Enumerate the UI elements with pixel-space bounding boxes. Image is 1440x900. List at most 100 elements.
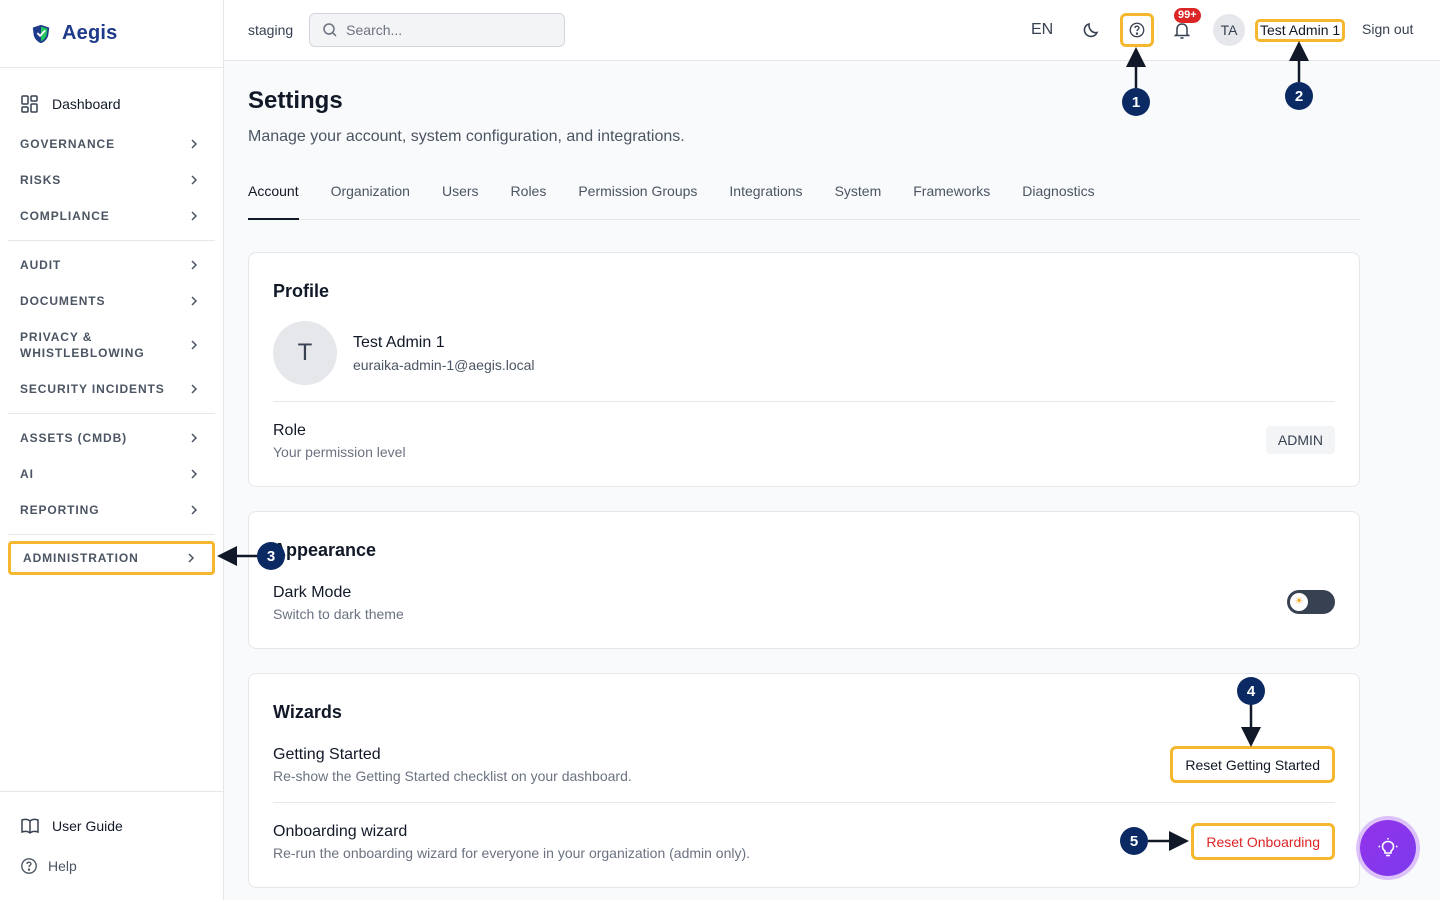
chevron-right-icon [191,433,198,443]
reset-getting-started-button[interactable]: Reset Getting Started [1170,746,1335,783]
sidebar-divider [8,240,215,241]
page-subtitle: Manage your account, system configuratio… [248,128,685,145]
sidebar-item-audit[interactable]: AUDIT [8,247,215,283]
profile-email: euraika-admin-1@aegis.local [353,357,535,373]
sidebar-item-assets-cmdb[interactable]: ASSETS (CMDB) [8,420,215,456]
sidebar-divider [8,534,215,535]
sidebar-item-label: GOVERNANCE [20,137,116,151]
tab-frameworks[interactable]: Frameworks [913,173,990,220]
sidebar-item-compliance[interactable]: COMPLIANCE [8,198,215,234]
book-open-icon [21,818,39,835]
sidebar-item-label: AI [20,467,34,481]
sidebar-item-label: ADMINISTRATION [23,551,139,565]
callout-marker-3: 3 [257,542,285,570]
settings-tabs: Account Organization Users Roles Permiss… [248,173,1360,220]
sidebar-item-label: PRIVACY & WHISTLEBLOWING [20,330,145,360]
wizards-card: Wizards Getting Started Re-show the Gett… [248,673,1360,888]
tab-users[interactable]: Users [442,173,479,220]
wizards-divider [273,802,1335,803]
tab-account[interactable]: Account [248,173,299,220]
sidebar-item-governance[interactable]: GOVERNANCE [8,126,215,162]
tab-roles[interactable]: Roles [511,173,547,220]
dark-mode-label: Dark Mode [273,584,352,601]
sign-out-link[interactable]: Sign out [1362,21,1413,37]
profile-card: Profile T Test Admin 1 euraika-admin-1@a… [248,252,1360,487]
getting-started-label: Getting Started [273,746,381,763]
help-label: Help [48,858,77,874]
sidebar-item-security-incidents[interactable]: SECURITY INCIDENTS [8,371,215,407]
lightbulb-icon [1378,838,1398,857]
callout-marker-4: 4 [1237,677,1265,705]
chevron-right-icon [191,175,198,185]
chevron-right-icon [191,469,198,479]
profile-card-title: Profile [273,281,330,301]
tab-system[interactable]: System [835,173,882,220]
bell-icon[interactable] [1172,20,1192,40]
help-circle-icon [21,858,37,874]
sidebar-item-administration[interactable]: ADMINISTRATION [8,541,215,575]
chevron-right-icon [191,505,198,515]
user-guide-link[interactable]: User Guide [20,806,223,846]
sidebar-item-ai[interactable]: AI [8,456,215,492]
sidebar-item-risks[interactable]: RISKS [8,162,215,198]
chevron-right-icon [191,340,198,350]
callout-marker-1: 1 [1122,88,1150,116]
chevron-right-icon [188,553,195,563]
chevron-right-icon [191,296,198,306]
sidebar-item-privacy-whistleblowing[interactable]: PRIVACY & WHISTLEBLOWING [8,319,215,371]
sidebar-item-label: DOCUMENTS [20,294,106,308]
sidebar-item-documents[interactable]: DOCUMENTS [8,283,215,319]
user-guide-label: User Guide [52,818,123,834]
role-badge: ADMIN [1265,426,1335,454]
appearance-card-title: Appearance [273,540,377,560]
page-title: Settings [248,87,343,114]
help-link[interactable]: Help [20,846,223,886]
moon-icon[interactable] [1081,20,1101,40]
onboarding-label: Onboarding wizard [273,823,408,840]
chevron-right-icon [191,260,198,270]
tab-organization[interactable]: Organization [331,173,410,220]
dark-mode-description: Switch to dark theme [273,606,404,622]
search-input[interactable] [346,22,547,38]
tab-integrations[interactable]: Integrations [729,173,802,220]
dark-mode-toggle[interactable]: ☀ [1287,590,1335,614]
shield-logo-icon [32,24,50,43]
toggle-knob: ☀ [1290,593,1308,611]
sun-icon: ☀ [1294,596,1304,607]
help-button[interactable] [1120,13,1154,47]
brand-name: Aegis [62,22,118,44]
chevron-right-icon [191,384,198,394]
sidebar-item-label: REPORTING [20,503,100,517]
sidebar-item-reporting[interactable]: REPORTING [8,492,215,528]
sidebar: Aegis Dashboard GOVERNANCE RISKS COMPLIA… [0,0,224,900]
search-box[interactable] [309,13,566,47]
onboarding-description: Re-run the onboarding wizard for everyon… [273,845,751,861]
environment-label: staging [248,22,294,38]
reset-onboarding-button[interactable]: Reset Onboarding [1191,823,1335,860]
sidebar-item-label: Dashboard [52,96,121,112]
brand-logo[interactable]: Aegis [0,0,223,68]
notification-badge: 99+ [1174,8,1201,23]
role-description: Your permission level [273,444,406,460]
sidebar-item-label: SECURITY INCIDENTS [20,382,165,396]
tab-diagnostics[interactable]: Diagnostics [1022,173,1094,220]
tab-permission-groups[interactable]: Permission Groups [578,173,697,220]
language-switcher[interactable]: EN [1031,21,1053,39]
dashboard-grid-icon [21,95,38,113]
sidebar-item-label: AUDIT [20,258,62,272]
chevron-right-icon [191,139,198,149]
user-menu-name[interactable]: Test Admin 1 [1255,19,1346,42]
profile-avatar: T [273,321,337,385]
assistant-fab[interactable] [1360,820,1416,876]
sidebar-footer: User Guide Help [0,791,223,900]
profile-divider [273,401,1335,402]
top-bar: staging EN 99+ TA Test Admin 1 Sign out [224,0,1440,61]
getting-started-description: Re-show the Getting Started checklist on… [273,768,632,784]
sidebar-item-dashboard[interactable]: Dashboard [8,82,215,126]
sidebar-divider [8,413,215,414]
avatar[interactable]: TA [1213,14,1245,46]
role-label: Role [273,422,306,439]
appearance-card: Appearance Dark Mode Switch to dark them… [248,511,1360,649]
callout-marker-2: 2 [1285,82,1313,110]
chevron-right-icon [191,211,198,221]
